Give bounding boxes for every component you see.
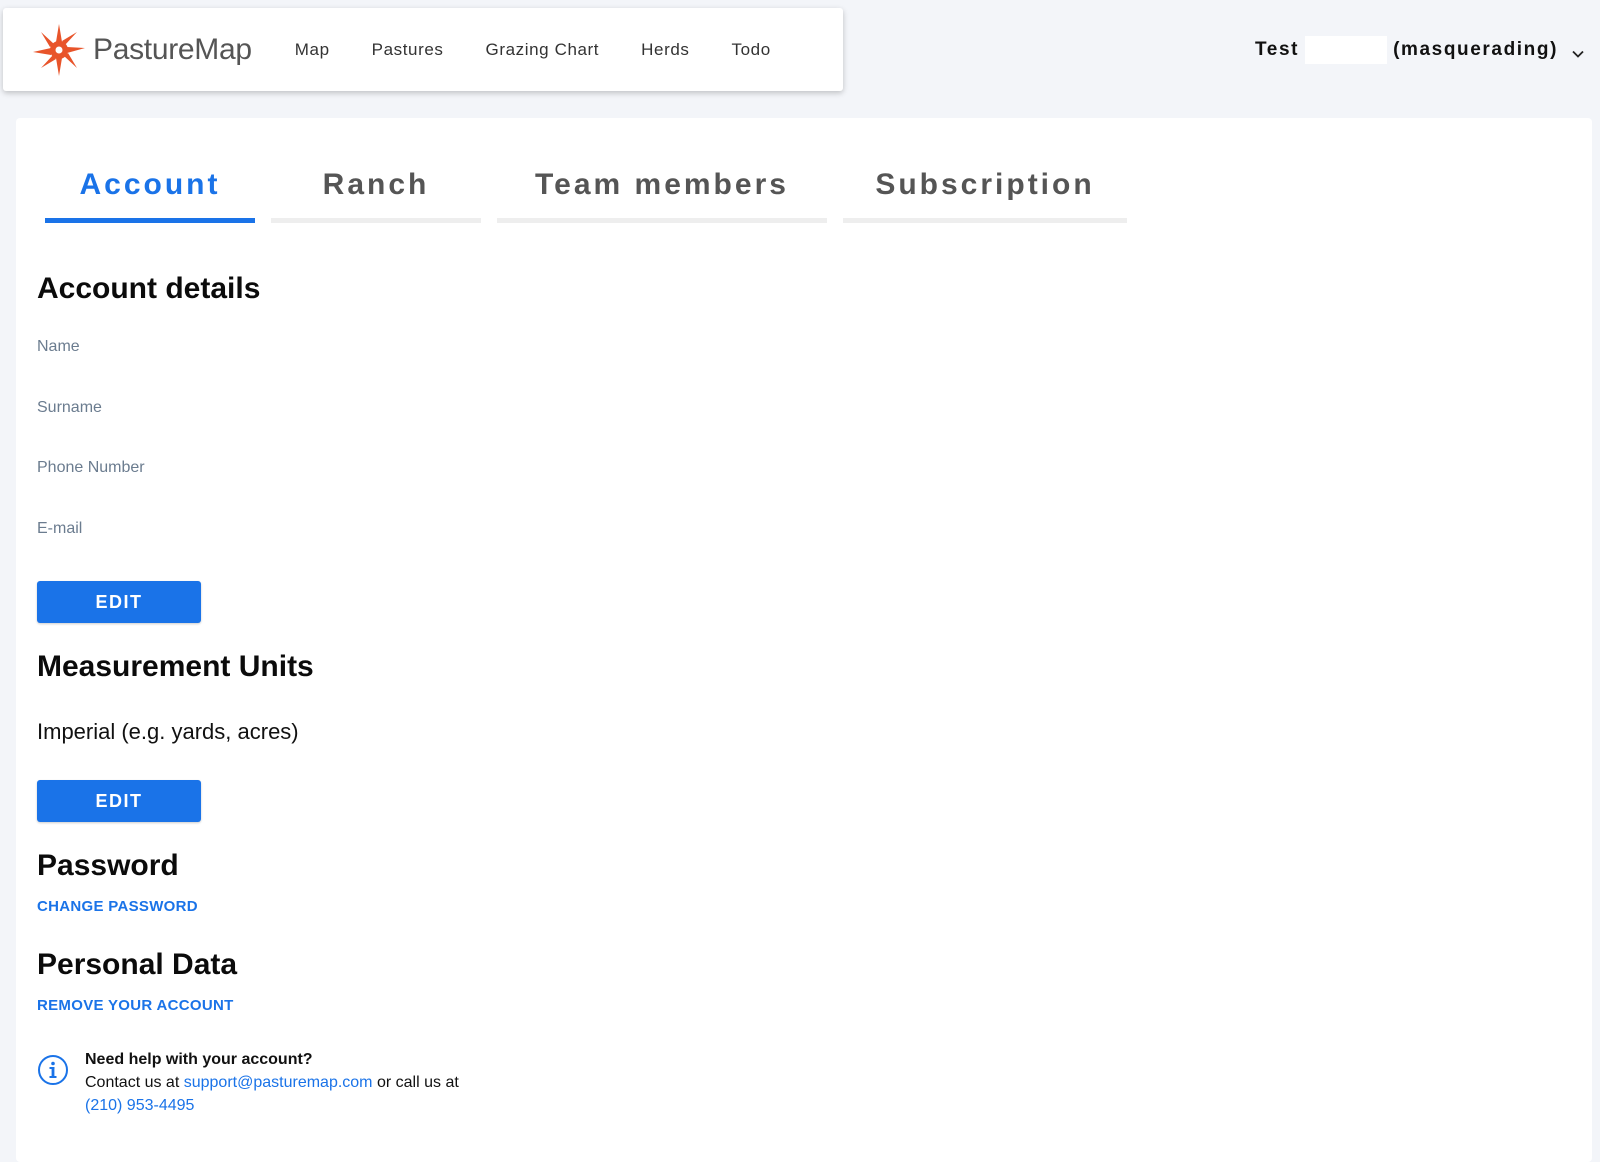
help-text: Need help with your account? Contact us … bbox=[85, 1048, 525, 1117]
tab-subscription[interactable]: Subscription bbox=[843, 168, 1127, 223]
help-box: Need help with your account? Contact us … bbox=[37, 1048, 525, 1117]
measurement-units-value: Imperial (e.g. yards, acres) bbox=[37, 719, 299, 744]
nav-link-pastures[interactable]: Pastures bbox=[372, 40, 444, 60]
redacted-name bbox=[1305, 36, 1388, 64]
settings-panel: Account Ranch Team members Subscription … bbox=[16, 118, 1592, 1162]
password-heading: Password bbox=[37, 849, 179, 882]
help-title: Need help with your account? bbox=[85, 1051, 313, 1068]
nav-link-map[interactable]: Map bbox=[295, 40, 330, 60]
tab-ranch[interactable]: Ranch bbox=[271, 168, 481, 223]
nav-links: Map Pastures Grazing Chart Herds Todo bbox=[274, 40, 792, 60]
email-field-label: E-mail bbox=[37, 520, 83, 537]
settings-tabs: Account Ranch Team members Subscription bbox=[45, 168, 1143, 223]
info-icon bbox=[37, 1054, 68, 1085]
user-menu[interactable]: Test (masquerading) bbox=[1255, 36, 1584, 64]
nav-link-herds[interactable]: Herds bbox=[641, 40, 689, 60]
pasturemap-logo-icon bbox=[31, 22, 87, 78]
brand[interactable]: PastureMap bbox=[31, 22, 252, 78]
account-details-heading: Account details bbox=[37, 272, 261, 305]
personal-data-heading: Personal Data bbox=[37, 948, 238, 981]
remove-account-link[interactable]: REMOVE YOUR ACCOUNT bbox=[37, 997, 234, 1014]
help-contact-middle: or call us at bbox=[376, 1074, 459, 1091]
tab-subscription-label: Subscription bbox=[875, 168, 1095, 201]
user-first-name: Test bbox=[1255, 39, 1300, 60]
tab-ranch-label: Ranch bbox=[322, 168, 430, 201]
change-password-link[interactable]: CHANGE PASSWORD bbox=[37, 898, 198, 915]
edit-account-button[interactable]: EDIT bbox=[37, 581, 201, 623]
nav-link-grazing-chart[interactable]: Grazing Chart bbox=[486, 40, 600, 60]
chevron-down-icon[interactable] bbox=[1572, 44, 1584, 58]
tab-team-members-label: Team members bbox=[535, 168, 789, 201]
tab-account-label: Account bbox=[79, 168, 221, 201]
edit-units-button[interactable]: EDIT bbox=[37, 780, 201, 822]
phone-field-label: Phone Number bbox=[37, 459, 145, 476]
surname-field-label: Surname bbox=[37, 399, 102, 416]
support-phone-link[interactable]: (210) 953-4495 bbox=[85, 1097, 194, 1114]
nav-link-todo[interactable]: Todo bbox=[732, 40, 771, 60]
tab-team-members[interactable]: Team members bbox=[497, 168, 827, 223]
measurement-units-heading: Measurement Units bbox=[37, 650, 314, 683]
user-masquerading-label: (masquerading) bbox=[1393, 39, 1558, 60]
top-nav-bar: PastureMap Map Pastures Grazing Chart He… bbox=[3, 8, 843, 91]
support-email-link[interactable]: support@pasturemap.com bbox=[184, 1074, 373, 1091]
tab-account[interactable]: Account bbox=[45, 168, 255, 223]
help-contact-prefix: Contact us at bbox=[85, 1074, 180, 1091]
name-field-label: Name bbox=[37, 338, 80, 355]
brand-name: PastureMap bbox=[93, 32, 252, 66]
